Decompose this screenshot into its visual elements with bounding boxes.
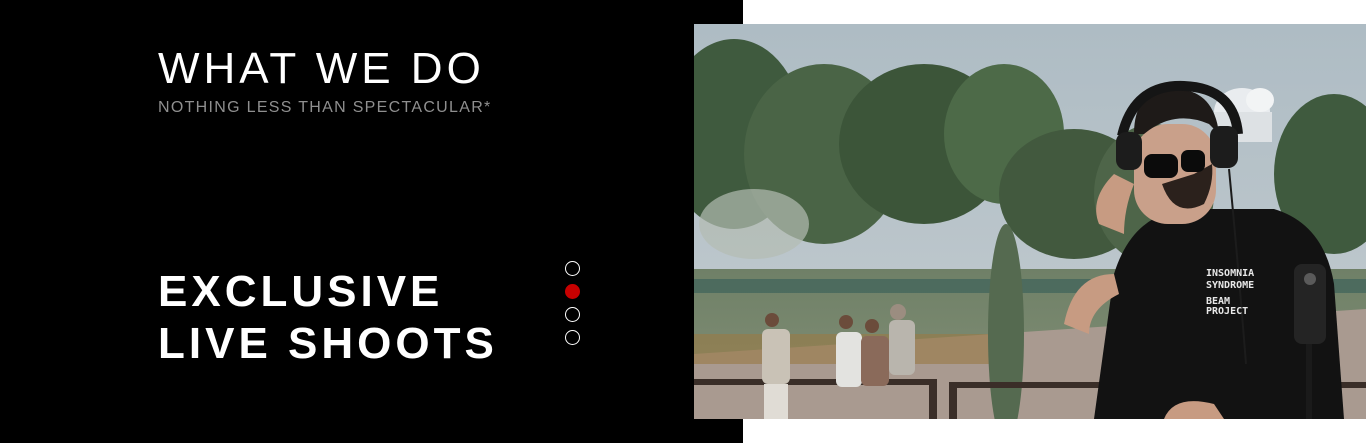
slide-dot-1[interactable]	[565, 261, 580, 276]
slide-dot-3[interactable]	[565, 307, 580, 322]
slide-photo: INSOMNIA SYNDROME BEAM PROJECT	[694, 24, 1366, 419]
tshirt-print-line-1: INSOMNIA	[1206, 268, 1254, 279]
slide-dot-4[interactable]	[565, 330, 580, 345]
dj-live-shoot-photo: INSOMNIA SYNDROME BEAM PROJECT	[694, 24, 1366, 419]
slide-heading-line-2: LIVE SHOOTS	[158, 319, 498, 368]
slide-heading-line-1: EXCLUSIVE	[158, 267, 444, 316]
slide-heading: EXCLUSIVE LIVE SHOOTS	[158, 266, 498, 370]
slide-dot-2-active[interactable]	[565, 284, 580, 299]
slide-pagination	[565, 261, 580, 345]
content-panel: WHAT WE DO NOTHING LESS THAN SPECTACULAR…	[0, 0, 743, 443]
section-title: WHAT WE DO	[158, 44, 485, 93]
tshirt-print-line-4: PROJECT	[1206, 306, 1248, 317]
page: WHAT WE DO NOTHING LESS THAN SPECTACULAR…	[0, 0, 1366, 443]
tshirt-print-line-2: SYNDROME	[1206, 280, 1254, 291]
section-subtitle: NOTHING LESS THAN SPECTACULAR*	[158, 99, 492, 116]
